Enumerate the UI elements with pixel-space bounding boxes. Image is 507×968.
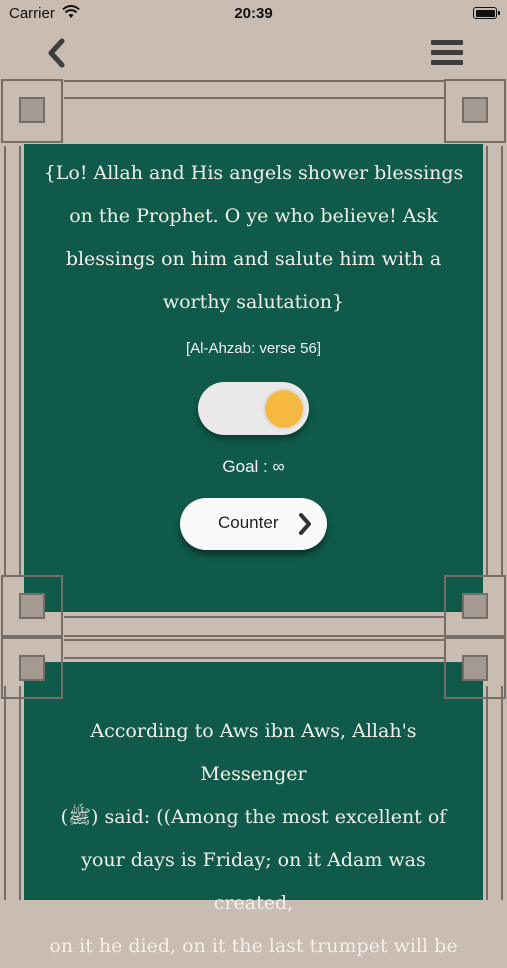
verse-line: worthy salutation}: [162, 291, 345, 313]
hamburger-menu-icon[interactable]: [431, 40, 463, 66]
counter-toggle[interactable]: [198, 382, 309, 435]
status-bar: Carrier 20:39: [0, 0, 507, 30]
hadith-line: (ﷺ) said: ((Among the most excellent of: [60, 806, 447, 828]
chevron-right-icon: [299, 513, 311, 535]
verse-text: {Lo! Allah and His angels shower blessin…: [40, 152, 467, 324]
verse-line: {Lo! Allah and His angels shower blessin…: [43, 162, 464, 184]
verse-line: blessings on him and salute him with a: [65, 248, 442, 270]
battery-icon: [473, 7, 500, 19]
hadith-text: According to Aws ibn Aws, Allah's Messen…: [40, 710, 467, 968]
clock: 20:39: [234, 5, 273, 22]
chevron-left-icon[interactable]: [42, 36, 72, 70]
toggle-knob: [265, 390, 303, 428]
navigation-bar: [0, 30, 507, 76]
verse-reference: [Al-Ahzab: verse 56]: [185, 340, 322, 357]
goal-label: Goal : ∞: [222, 457, 285, 476]
verse-line: on the Prophet. O ye who believe! Ask: [69, 205, 438, 227]
counter-button-label: Counter: [218, 513, 279, 532]
hadith-line: on it he died, on it the last trumpet wi…: [49, 935, 458, 957]
hadith-line: your days is Friday; on it Adam was crea…: [81, 849, 426, 914]
counter-button[interactable]: Counter: [180, 498, 327, 550]
content-frame: {Lo! Allah and His angels shower blessin…: [0, 76, 507, 957]
hadith-line: According to Aws ibn Aws, Allah's Messen…: [90, 720, 417, 785]
